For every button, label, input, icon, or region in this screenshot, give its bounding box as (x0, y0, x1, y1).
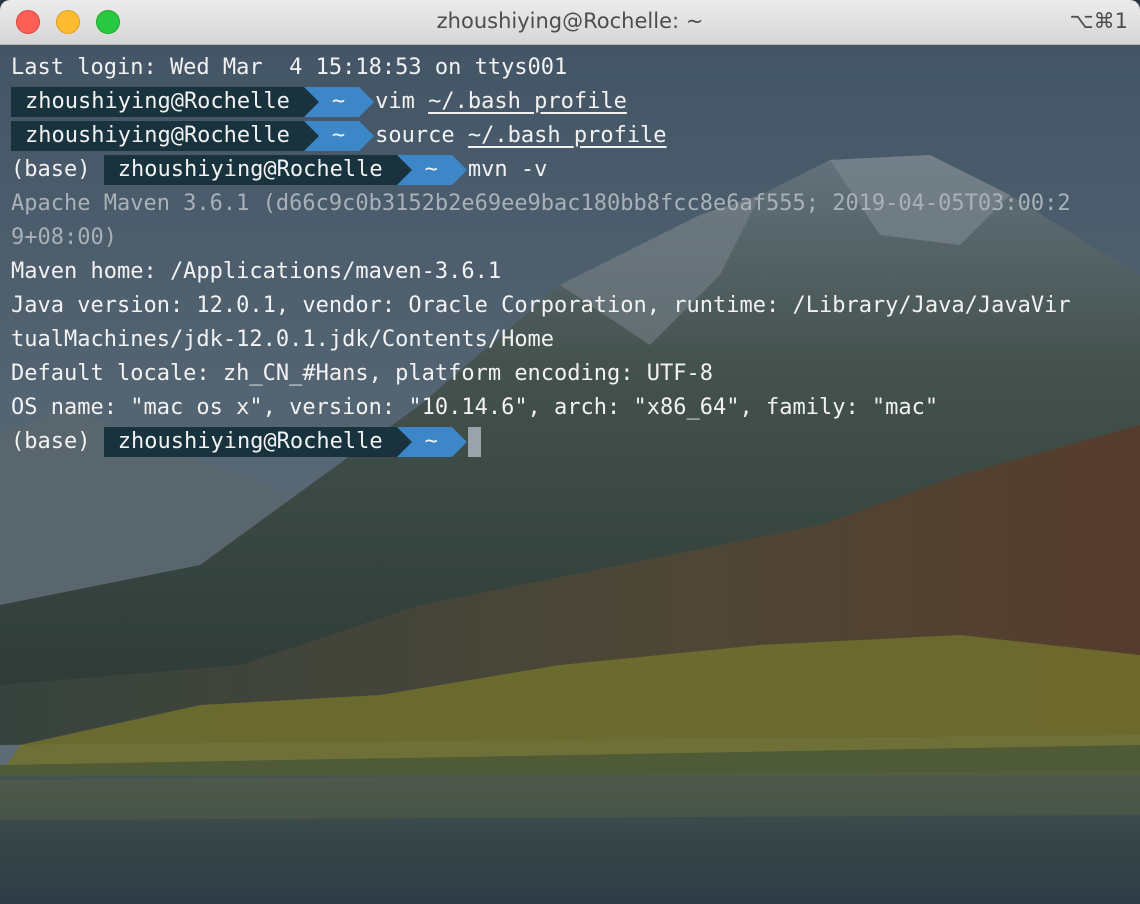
prompt-dir-segment: ~ (303, 87, 375, 117)
prompt-user-segment: zhoushiying@Rochelle (11, 121, 304, 151)
conda-env-label: (base) (11, 429, 91, 454)
conda-env-label: (base) (11, 157, 91, 182)
output-java-version-wrap: tualMachines/jdk-12.0.1.jdk/Contents/Hom… (11, 327, 555, 352)
output-locale: Default locale: zh_CN_#Hans, platform en… (11, 361, 713, 386)
output-maven-home: Maven home: /Applications/maven-3.6.1 (11, 259, 502, 284)
prompt-dir-segment: ~ (396, 427, 468, 457)
command-verb: source (375, 123, 468, 148)
command-path-link[interactable]: ~/.bash_profile (428, 89, 627, 114)
current-prompt-line: (base) zhoushiying@Rochelle ~ (11, 425, 481, 459)
last-login-line: Last login: Wed Mar 4 15:18:53 on ttys00… (11, 55, 568, 80)
command-path-link[interactable]: ~/.bash_profile (468, 123, 667, 148)
window-shortcut: ⌥⌘1 (1069, 9, 1128, 33)
window-title: zhoushiying@Rochelle: ~ (436, 9, 704, 33)
output-java-version: Java version: 12.0.1, vendor: Oracle Cor… (11, 293, 1071, 318)
output-os: OS name: "mac os x", version: "10.14.6",… (11, 395, 939, 420)
output-maven-version-wrap: 9+08:00) (11, 225, 117, 250)
prompt-dir-segment: ~ (303, 121, 375, 151)
command-line-2: zhoushiying@Rochelle ~ source ~/.bash_prof… (11, 119, 667, 153)
prompt-user-segment: zhoushiying@Rochelle (103, 427, 397, 457)
command-line-3: (base) zhoushiying@Rochelle ~ mvn -v (11, 153, 547, 187)
command-verb: vim (375, 89, 429, 114)
prompt-user-segment: zhoushiying@Rochelle (11, 87, 304, 117)
text-cursor[interactable] (467, 427, 481, 457)
prompt-user-segment: zhoushiying@Rochelle (103, 155, 397, 185)
terminal-content[interactable]: Last login: Wed Mar 4 15:18:53 on ttys00… (0, 45, 1140, 904)
terminal-window: zhoushiying@Rochelle: ~ ⌥⌘1 Last login: … (0, 0, 1140, 904)
output-maven-version: Apache Maven 3.6.1 (d66c9c0b3152b2e69ee9… (11, 191, 1071, 216)
title-bar[interactable]: zhoushiying@Rochelle: ~ ⌥⌘1 (0, 0, 1140, 45)
prompt-dir-segment: ~ (396, 155, 468, 185)
command-text: mvn -v (467, 157, 548, 182)
command-line-1: zhoushiying@Rochelle ~ vim ~/.bash_profile (11, 85, 627, 119)
